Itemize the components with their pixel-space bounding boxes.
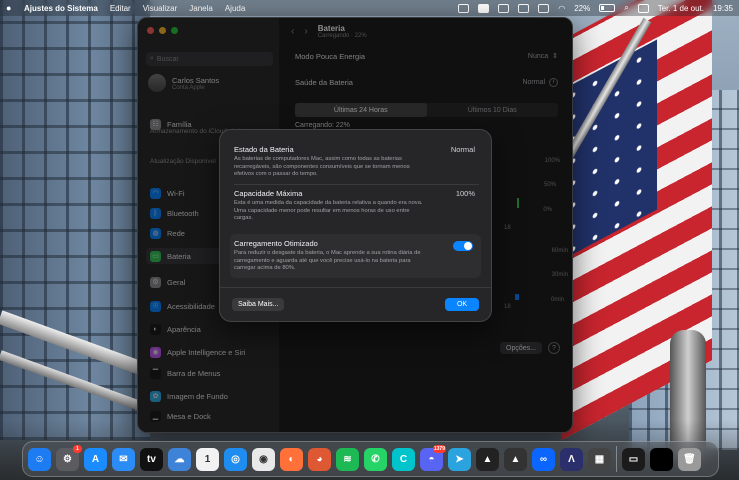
apple-menu-icon[interactable]: ● — [6, 3, 16, 13]
affinity-glyph: Λ — [568, 453, 575, 465]
aptoide-glyph: ▲ — [510, 453, 521, 465]
discord-glyph: ◓ — [428, 453, 435, 465]
meta-icon[interactable]: ∞ — [532, 447, 555, 471]
divider — [234, 184, 479, 185]
telegram-icon[interactable]: ➤ — [448, 447, 471, 471]
ok-button[interactable]: OK — [445, 298, 479, 311]
utilities-glyph: ▦ — [594, 453, 605, 465]
meta-glyph: ∞ — [539, 453, 548, 465]
telegram-glyph: ➤ — [455, 453, 464, 465]
firefox-glyph: ◐ — [288, 453, 295, 465]
music-icon[interactable] — [518, 3, 530, 13]
affinity-icon[interactable]: Λ — [560, 447, 583, 471]
spotify-glyph: ≋ — [343, 453, 352, 465]
whatsapp-glyph: ✆ — [371, 453, 380, 465]
battery-health-sheet: Estado da Bateria Normal As baterias de … — [219, 129, 492, 322]
apple-tv-glyph: tv — [147, 453, 156, 465]
discord-icon[interactable]: ◓ 1379 — [420, 444, 446, 471]
firefox-icon[interactable]: ◐ — [280, 447, 303, 471]
finder-glyph: ☺ — [34, 453, 45, 465]
recent-window-thumb-glyph: ▭ — [628, 453, 639, 465]
system-settings-glyph: ⚙ — [63, 453, 72, 465]
canva-icon[interactable]: C — [392, 447, 415, 471]
optimized-description: Para reduzir o desgaste da bateria, o Ma… — [234, 250, 421, 271]
app-store-icon[interactable]: A — [84, 447, 107, 471]
menubar-time[interactable]: 19:35 — [713, 4, 733, 13]
canva-glyph: C — [399, 453, 408, 465]
menu-bar: ● Ajustes do Sistema Editar Visualizar J… — [0, 0, 739, 16]
menubar-date[interactable]: Ter. 1 de out. — [658, 4, 704, 13]
status-area: ◠ 22% ⌕ Ter. 1 de out. 19:35 — [458, 3, 733, 13]
toggle-knob — [464, 242, 472, 250]
optimized-section: Carregamento Otimizado Para reduzir o de… — [234, 239, 477, 273]
sheet-footer: Saiba Mais... OK — [220, 287, 491, 321]
capacity-description: Esta é uma medida da capacidade da bater… — [234, 200, 423, 221]
state-title: Estado da Bateria — [234, 145, 294, 154]
weather-icon[interactable]: ☁ — [168, 447, 191, 471]
safari-glyph: ◎ — [231, 453, 240, 465]
safari-icon[interactable]: ◎ — [224, 447, 247, 471]
battery-status-icon[interactable] — [599, 4, 616, 12]
weather-glyph: ☁ — [174, 453, 185, 465]
capcut-glyph: ▲ — [482, 453, 493, 465]
battery-state-section: Estado da Bateria Normal As baterias de … — [234, 145, 477, 179]
spotify-icon[interactable]: ≋ — [336, 447, 359, 471]
optimized-title: Carregamento Otimizado — [234, 239, 318, 248]
search-menubar-icon[interactable]: ⌕ — [624, 3, 628, 13]
chatgpt-icon[interactable] — [478, 3, 490, 13]
menu-ajuda[interactable]: Ajuda — [225, 4, 245, 13]
state-value: Normal — [450, 145, 475, 154]
menu-visualizar[interactable]: Visualizar — [143, 4, 178, 13]
mail-glyph: ✉ — [119, 453, 128, 465]
state-description: As baterias de computadores Mac, assim c… — [234, 156, 410, 177]
learn-more-button[interactable]: Saiba Mais... — [232, 298, 285, 311]
capacity-title: Capacidade Máxima — [234, 189, 303, 198]
recent-window-thumb-2[interactable] — [650, 447, 673, 471]
chrome-glyph: ◉ — [259, 453, 268, 465]
menu-editar[interactable]: Editar — [110, 4, 131, 13]
app-store-glyph: A — [91, 453, 100, 465]
wifi-status-icon[interactable]: ◠ — [558, 4, 565, 13]
recent-window-thumb[interactable]: ▭ — [622, 447, 645, 471]
building-left — [0, 0, 150, 440]
duckduckgo-icon[interactable]: ◕ — [308, 447, 331, 471]
dock-separator — [616, 446, 617, 472]
trash-icon[interactable]: 🗑 — [678, 447, 701, 471]
capacity-value: 100% — [455, 189, 475, 198]
screen-recording-icon[interactable] — [458, 3, 470, 13]
calendar-glyph: 1 — [204, 453, 211, 465]
bluetooth-status-icon[interactable] — [498, 3, 510, 13]
trash-glyph: 🗑 — [683, 453, 696, 465]
battery-percent: 22% — [574, 3, 591, 13]
media-icon[interactable] — [538, 3, 550, 13]
chrome-icon[interactable]: ◉ — [252, 447, 275, 471]
apple-tv-icon[interactable]: tv — [140, 447, 163, 471]
capcut-icon[interactable]: ▲ — [476, 447, 499, 471]
mail-icon[interactable]: ✉ — [112, 447, 135, 471]
notification-badge: 1 — [73, 444, 82, 453]
optimized-charging-toggle[interactable] — [453, 241, 473, 251]
menu-janela[interactable]: Janela — [189, 4, 213, 13]
app-menu[interactable]: Ajustes do Sistema — [24, 4, 98, 13]
dock: ☺ ⚙ 1 A ✉ tv ☁ 1 ◎ ◉ ◐ ◕ ≋ ✆ C ◓ 1379 ➤ ▲ ▲ ∞ Λ ▦ ▭ 🗑 — [22, 441, 719, 477]
capacity-section: Capacidade Máxima 100% Esta é uma medida… — [234, 189, 477, 223]
whatsapp-icon[interactable]: ✆ — [364, 447, 387, 471]
utilities-icon[interactable]: ▦ — [588, 447, 611, 471]
finder-icon[interactable]: ☺ — [28, 447, 51, 471]
notification-badge: 1379 — [432, 444, 446, 453]
control-center-icon[interactable] — [637, 3, 649, 13]
aptoide-icon[interactable]: ▲ — [504, 447, 527, 471]
calendar-icon[interactable]: 1 — [196, 447, 219, 471]
system-settings-icon[interactable]: ⚙ 1 — [56, 444, 82, 471]
duckduckgo-glyph: ◕ — [316, 453, 323, 465]
